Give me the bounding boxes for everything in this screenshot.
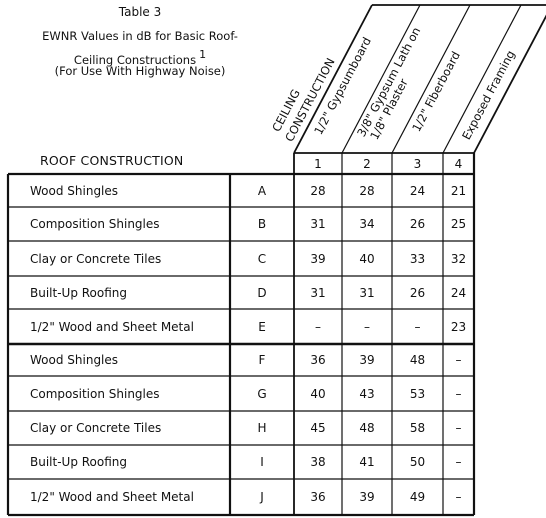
roof-construction-label: Wood Shingles	[30, 353, 119, 367]
column-number: 3	[413, 156, 422, 171]
ewnr-value-cell: –	[455, 353, 462, 367]
roof-construction-label: Built-Up Roofing	[30, 455, 128, 469]
roof-construction-label: Composition Shingles	[30, 217, 160, 231]
ewnr-value-cell: 26	[409, 217, 426, 231]
ewnr-value-cell: 48	[359, 421, 375, 435]
roof-construction-label: Built-Up Roofing	[30, 285, 128, 300]
roof-construction-label: Clay or Concrete Tiles	[30, 251, 162, 266]
ewnr-value-cell: 58	[409, 421, 426, 435]
ewnr-value-cell: 40	[359, 251, 375, 266]
ewnr-value-cell: 36	[310, 353, 326, 367]
ewnr-value-cell: –	[414, 319, 421, 334]
ewnr-value-cell: 48	[409, 353, 426, 367]
header-slant-line	[473, 14, 546, 154]
ewnr-value-cell: 26	[409, 285, 426, 300]
ewnr-value-cell: 33	[409, 251, 426, 266]
ewnr-value-cell: 31	[310, 285, 326, 300]
ewnr-value-cell: 39	[359, 353, 375, 367]
ewnr-value-cell: 45	[310, 421, 326, 435]
row-code: E	[258, 319, 266, 334]
ewnr-value-cell: 24	[409, 183, 426, 198]
ewnr-value-cell: 28	[310, 183, 326, 198]
header-slant-line	[442, 4, 522, 154]
ewnr-value-cell: 50	[409, 455, 426, 469]
row-code: A	[257, 183, 267, 198]
ewnr-value-cell: 28	[359, 183, 375, 198]
ewnr-value-cell: 34	[359, 217, 375, 231]
roof-construction-label: Wood Shingles	[30, 183, 119, 198]
row-code: H	[257, 421, 267, 435]
column-number: 1	[314, 156, 322, 171]
row-code: C	[257, 251, 267, 266]
row-code: J	[260, 490, 264, 504]
ewnr-value-cell: –	[455, 386, 462, 401]
row-code: B	[257, 217, 267, 231]
ewnr-value-cell: 39	[359, 490, 375, 504]
ewnr-value-cell: 25	[450, 217, 467, 231]
ewnr-value-cell: 23	[450, 319, 467, 334]
ewnr-value-cell: 39	[310, 251, 326, 266]
column-number: 4	[454, 156, 463, 171]
ewnr-value-cell: 41	[359, 455, 375, 469]
ewnr-value-cell: –	[455, 421, 462, 435]
row-code: F	[258, 353, 266, 367]
ewnr-value-cell: 38	[310, 455, 326, 469]
ewnr-value-cell: –	[455, 490, 462, 504]
row-code: G	[257, 386, 267, 401]
ewnr-value-cell: –	[455, 455, 462, 469]
ewnr-value-cell: 53	[409, 386, 426, 401]
roof-construction-label: 1/2" Wood and Sheet Metal	[30, 490, 194, 504]
column-number: 2	[363, 156, 371, 171]
ewnr-value-cell: 36	[310, 490, 326, 504]
ewnr-value-cell: 32	[450, 251, 467, 266]
roof-construction-label: Clay or Concrete Tiles	[30, 421, 162, 435]
row-code: D	[257, 285, 267, 300]
ewnr-value-cell: 21	[450, 183, 467, 198]
ewnr-value-cell: 31	[310, 217, 326, 231]
ewnr-value-cell: 40	[310, 386, 326, 401]
roof-construction-label: 1/2" Wood and Sheet Metal	[30, 319, 194, 334]
roof-construction-label: Composition Shingles	[30, 386, 160, 401]
ewnr-value-cell: 24	[450, 285, 467, 300]
ewnr-value-cell: –	[364, 319, 370, 334]
ewnr-value-cell: 49	[409, 490, 426, 504]
ewnr-value-cell: 43	[359, 386, 375, 401]
ewnr-value-cell: –	[315, 319, 321, 334]
ewnr-value-cell: 31	[359, 285, 375, 300]
row-code: I	[260, 455, 264, 469]
